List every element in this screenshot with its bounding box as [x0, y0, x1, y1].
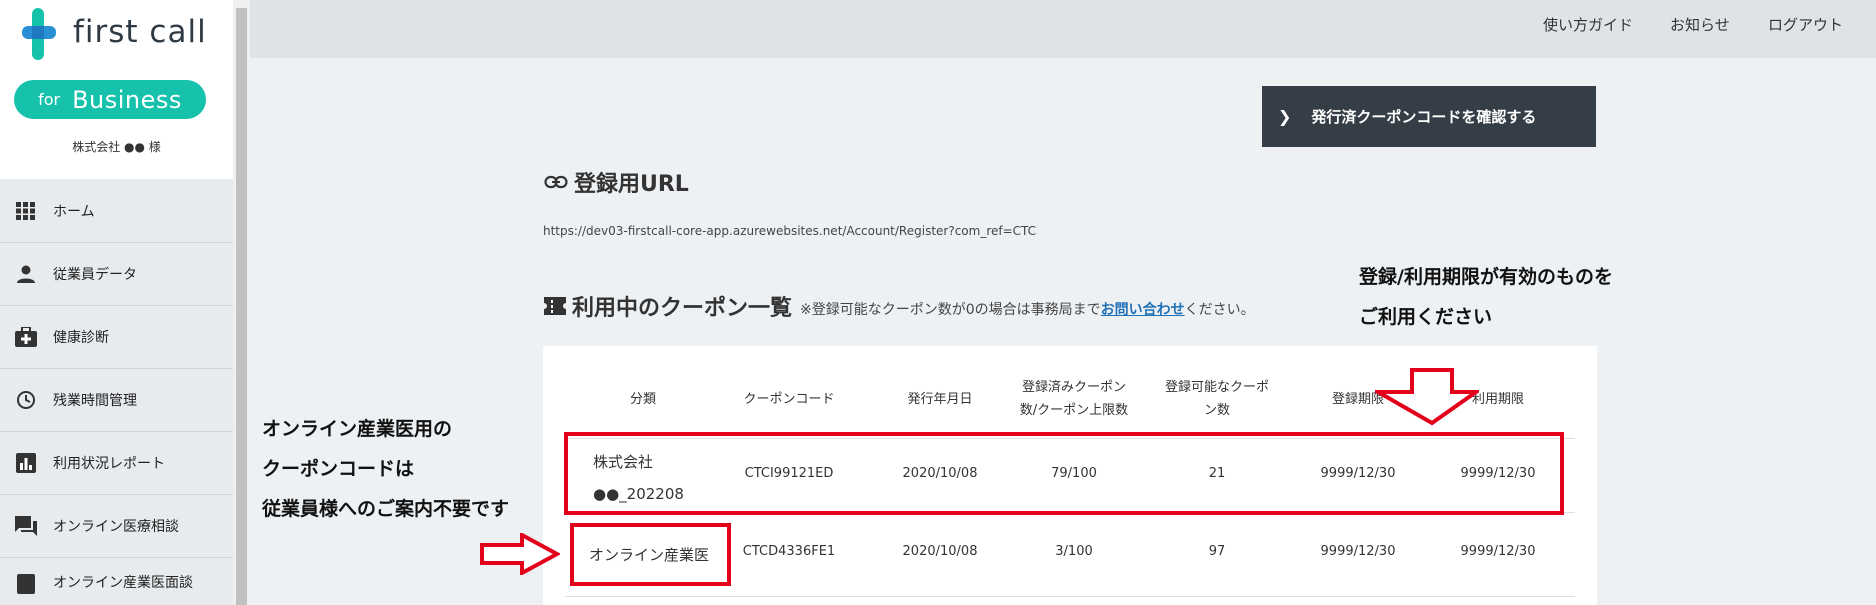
annotation-validity-line2: ご利用ください [1359, 306, 1493, 328]
view-issued-coupons-button[interactable]: ❯ 発行済クーポンコードを確認する [1262, 86, 1596, 147]
row2-usage-deadline: 9999/12/30 [1460, 544, 1536, 559]
row2-registration-deadline: 9999/12/30 [1320, 544, 1396, 559]
sidebar-item-employees[interactable]: 従業員データ [0, 243, 233, 306]
first-call-logo-icon [22, 8, 56, 60]
coupon-section-title: 利用中のクーポン一覧 ※登録可能なクーポン数が0の場合は事務局までお問い合わせく… [544, 290, 1255, 322]
person-icon [14, 262, 38, 286]
sidebar-item-label: ホーム [53, 204, 95, 220]
row2-coupon-code[interactable]: CTCD4336FE1 [729, 544, 849, 559]
sidebar-item-online-consult[interactable]: オンライン医療相談 [0, 495, 233, 558]
view-issued-coupons-label: 発行済クーポンコードを確認する [1311, 108, 1537, 126]
sidebar-item-label: 利用状況レポート [53, 456, 165, 472]
sidebar-item-label: オンライン産業医面談 [53, 575, 193, 591]
sidebar: first call for Business 株式会社 ●● 様 ホーム 従業… [0, 0, 234, 605]
guide-link[interactable]: 使い方ガイド [1543, 14, 1633, 35]
url-section-heading: 登録用URL [574, 172, 689, 197]
annotation-validity-note: 登録/利用期限が有効のものを ご利用ください [1359, 257, 1613, 337]
badge-business: Business [72, 85, 182, 114]
business-badge: for Business [14, 80, 206, 119]
down-arrow-icon [1375, 368, 1479, 426]
grid-icon [14, 199, 38, 223]
registration-url[interactable]: https://dev03-firstcall-core-app.azurewe… [543, 224, 1036, 238]
coupon-note-suffix: ください。 [1184, 302, 1255, 318]
sidebar-nav: ホーム 従業員データ 健康診断 残業時間管理 利用状況レポート オンライン医療相… [0, 180, 233, 598]
annotation-validity-line1: 登録/利用期限が有効のものを [1359, 266, 1613, 288]
sidebar-item-overtime[interactable]: 残業時間管理 [0, 369, 233, 432]
ticket-icon [544, 297, 566, 315]
highlight-row2-category-box [570, 523, 731, 586]
annotation-doctor-line3: 従業員様へのご案内不要です [262, 498, 510, 520]
annotation-doctor-line1: オンライン産業医用の [262, 418, 453, 440]
header-issue-date: 発行年月日 [907, 392, 973, 407]
sidebar-item-usage-report[interactable]: 利用状況レポート [0, 432, 233, 495]
row-divider [565, 596, 1575, 597]
chat-icon [14, 514, 38, 538]
logout-link[interactable]: ログアウト [1768, 14, 1843, 35]
sidebar-item-health-check[interactable]: 健康診断 [0, 306, 233, 369]
highlight-row1-box [564, 432, 1564, 515]
document-icon [14, 572, 38, 596]
annotation-doctor-line2: クーポンコードは [262, 458, 415, 480]
sidebar-item-occupational-doctor[interactable]: オンライン産業医面談 [0, 558, 233, 598]
url-section-title: 登録用URL [544, 166, 689, 198]
right-arrow-icon [480, 533, 560, 575]
logo-area: first call for Business 株式会社 ●● 様 [0, 0, 233, 179]
annotation-doctor-coupon-note: オンライン産業医用の クーポンコードは 従業員様へのご案内不要です [262, 409, 509, 529]
sidebar-scrollbar-thumb[interactable] [236, 8, 247, 605]
company-name: 株式会社 ●● 様 [72, 140, 161, 154]
row2-issue-date: 2020/10/08 [902, 544, 978, 559]
bar-chart-icon [14, 451, 38, 475]
news-link[interactable]: お知らせ [1670, 14, 1730, 35]
coupon-note-prefix: ※登録可能なクーポン数が0の場合は事務局まで [800, 302, 1101, 318]
header-coupon-code: クーポンコード [743, 392, 835, 407]
header-available-count: 登録可能なクーポン数 [1164, 380, 1269, 418]
sidebar-item-label: 残業時間管理 [53, 393, 137, 409]
coupon-section-heading: 利用中のクーポン一覧 [572, 296, 793, 321]
clock-icon [14, 388, 38, 412]
sidebar-item-label: 健康診断 [53, 330, 109, 346]
row2-registered: 3/100 [1055, 544, 1093, 559]
medical-bag-icon [14, 325, 38, 349]
sidebar-item-label: オンライン医療相談 [53, 519, 179, 535]
header-registered-count: 登録済みクーポン数/クーポン上限数 [1019, 380, 1129, 418]
logo-text: first call [73, 14, 207, 50]
sidebar-item-label: 従業員データ [53, 267, 137, 283]
chevron-right-icon: ❯ [1278, 107, 1292, 126]
link-icon [544, 175, 568, 189]
sidebar-item-home[interactable]: ホーム [0, 180, 233, 243]
header-category: 分類 [629, 392, 656, 407]
badge-for: for [38, 90, 61, 109]
row2-available: 97 [1208, 544, 1226, 559]
contact-link[interactable]: お問い合わせ [1101, 302, 1185, 318]
coupon-note: ※登録可能なクーポン数が0の場合は事務局までお問い合わせください。 [800, 299, 1255, 319]
